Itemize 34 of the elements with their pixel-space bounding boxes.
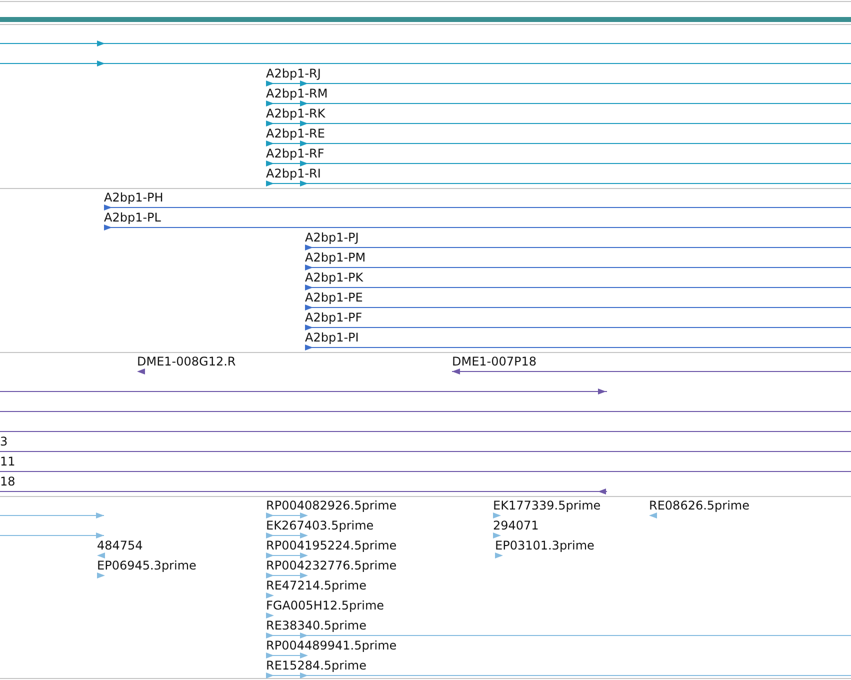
feature-label: EK267403.5prime [266, 518, 374, 532]
feature-label: RP004489941.5prime [266, 638, 397, 652]
feature-label: 18 [0, 474, 16, 488]
feature-label: EP06945.3prime [97, 558, 196, 572]
feature-label: A2bp1-PJ [305, 230, 359, 244]
feature-label: A2bp1-PI [305, 330, 359, 344]
feature-label: 3 [0, 434, 8, 448]
feature-label: 294071 [493, 518, 539, 532]
feature-label: A2bp1-RI [266, 166, 321, 180]
feature-label: A2bp1-PL [104, 210, 161, 224]
feature-label: RE08626.5prime [649, 498, 750, 512]
feature-label: RP004232776.5prime [266, 558, 397, 572]
feature-label: EP03101.3prime [495, 538, 594, 552]
feature-label: RP004082926.5prime [266, 498, 397, 512]
feature-label: DME1-008G12.R [137, 354, 236, 368]
feature-label: FGA005H12.5prime [266, 598, 384, 612]
feature-label: EK177339.5prime [493, 498, 601, 512]
feature-label: RE38340.5prime [266, 618, 366, 632]
feature-label: A2bp1-PK [305, 270, 364, 284]
feature-label: 11 [0, 454, 16, 468]
feature-label: A2bp1-PH [104, 190, 164, 204]
feature-label: A2bp1-RK [266, 106, 326, 120]
feature-label: RE15284.5prime [266, 658, 366, 672]
feature-label: A2bp1-RE [266, 126, 325, 140]
feature-label: A2bp1-PM [305, 250, 366, 264]
feature-label: A2bp1-RF [266, 146, 324, 160]
feature-label: A2bp1-RM [266, 86, 328, 100]
feature-label: A2bp1-PE [305, 290, 363, 304]
feature-label: A2bp1-PF [305, 310, 362, 324]
feature-label: A2bp1-RJ [266, 66, 321, 80]
feature-label: RE47214.5prime [266, 578, 366, 592]
feature-label: 484754 [97, 538, 143, 552]
feature-label: RP004195224.5prime [266, 538, 397, 552]
feature-label: DME1-007P18 [452, 354, 537, 368]
